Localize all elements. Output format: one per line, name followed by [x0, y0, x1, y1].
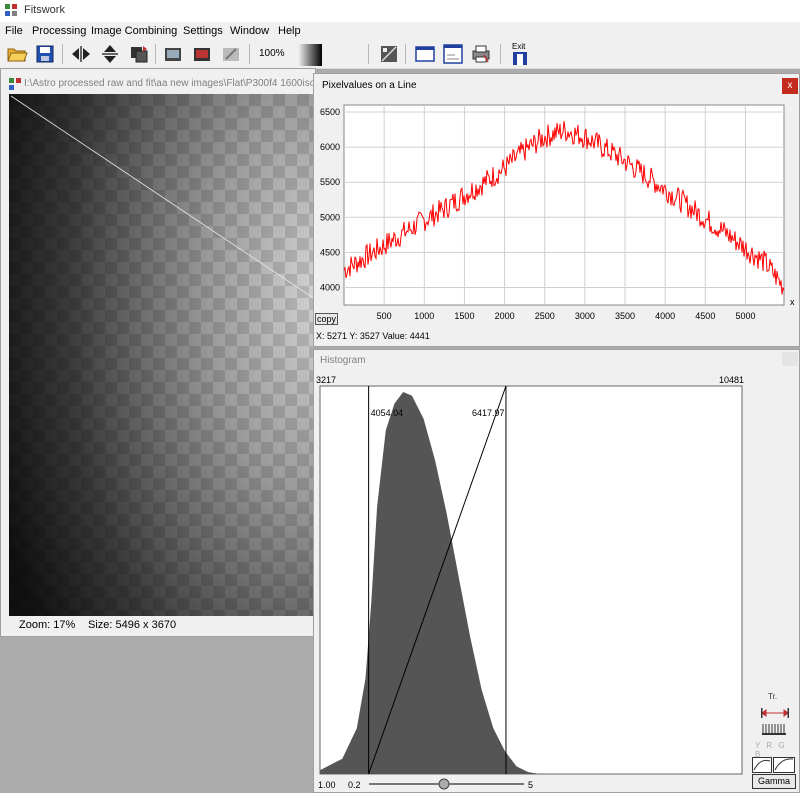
gamma-left-value: 1.00: [318, 780, 336, 790]
image-tool-2-icon[interactable]: [191, 43, 213, 65]
toolbar-separator: [405, 44, 406, 64]
menu-settings[interactable]: Settings: [183, 25, 223, 37]
gradient-swatch[interactable]: [298, 44, 322, 66]
menu-file[interactable]: File: [5, 25, 23, 37]
gamma-slider-thumb[interactable]: [438, 778, 450, 790]
toolbar-separator: [155, 44, 156, 64]
gamma-button[interactable]: Gamma: [752, 774, 796, 789]
y-tick-label: 6000: [320, 142, 340, 152]
x-tick-label: 3500: [615, 311, 635, 321]
histogram-title[interactable]: Histogram: [320, 355, 366, 366]
window-tool-1-icon[interactable]: [414, 43, 436, 65]
menu-window[interactable]: Window: [230, 25, 269, 37]
plot-area: [343, 104, 785, 306]
image-tool-1-icon[interactable]: [162, 43, 184, 65]
histogram-side-panel: Tr. Y R G B Gamma: [752, 690, 798, 790]
menu-help[interactable]: Help: [278, 25, 301, 37]
hist-max-label: 10481: [719, 375, 744, 385]
marker-label: 6417.97: [472, 408, 505, 418]
image-window-icon: [9, 78, 21, 90]
toolbar-separator: [500, 44, 501, 64]
toolbar-separator: [368, 44, 369, 64]
histogram-chart: 3217 10481 4054.04 6417.97 1.00 0.2 5: [316, 375, 744, 790]
save-icon[interactable]: [34, 43, 56, 65]
exit-icon: [513, 52, 527, 65]
comb-icon[interactable]: [760, 722, 790, 736]
app-title: Fitswork: [24, 4, 65, 16]
y-tick-label: 5000: [320, 212, 340, 222]
zoom-status: Zoom: 17%: [19, 619, 76, 631]
x-tick-label: 500: [377, 311, 392, 321]
print-icon[interactable]: [470, 43, 492, 65]
exit-button[interactable]: Exit: [509, 42, 531, 67]
image-status-bar: Zoom: 17% Size: 5496 x 3670: [9, 617, 315, 635]
toolbar: 100% Exit: [0, 41, 800, 69]
marker-label: 4054.04: [371, 408, 404, 418]
y-tick-label: 4500: [320, 247, 340, 257]
cursor-info: X: 5271 Y: 3527 Value: 4441: [316, 331, 430, 341]
histogram-close-button[interactable]: [782, 352, 798, 366]
copy-button[interactable]: copy: [315, 313, 338, 325]
menu-bar: File Processing Image Combining Settings…: [0, 22, 800, 41]
slider-tool-icon[interactable]: [378, 43, 400, 65]
x-ticks: 500 1000 1500 2000 2500 3000 3500 4000 4500 5000: [377, 311, 756, 321]
hist-min-label: 3217: [316, 375, 336, 385]
flip-vertical-icon[interactable]: [99, 43, 121, 65]
menu-processing[interactable]: Processing: [32, 25, 86, 37]
rotate-icon[interactable]: [128, 43, 150, 65]
line-profile-title[interactable]: Pixelvalues on a Line: [322, 80, 417, 91]
y-tick-label: 6500: [320, 107, 340, 117]
zoom-level[interactable]: 100%: [259, 48, 285, 59]
open-folder-icon[interactable]: [6, 43, 28, 65]
x-tick-label: 3000: [575, 311, 595, 321]
x-tick-label: 1500: [454, 311, 474, 321]
flip-horizontal-icon[interactable]: [70, 43, 92, 65]
y-tick-label: 5500: [320, 177, 340, 187]
x-axis-label: x: [790, 297, 795, 307]
menu-image-combining[interactable]: Image Combining: [91, 25, 177, 37]
range-arrow-icon[interactable]: [760, 706, 790, 720]
x-tick-label: 4000: [655, 311, 675, 321]
size-status: Size: 5496 x 3670: [88, 619, 177, 631]
flat-image[interactable]: [9, 94, 315, 616]
x-tick-label: 5000: [735, 311, 755, 321]
x-tick-label: 2500: [535, 311, 555, 321]
toolbar-separator: [62, 44, 63, 64]
y-tick-label: 4000: [320, 282, 340, 292]
curve-mode-icons[interactable]: [752, 757, 796, 773]
tr-label: Tr.: [768, 692, 778, 701]
gamma-slider-min: 0.2: [348, 780, 361, 790]
title-bar: Fitswork: [0, 0, 800, 22]
close-button[interactable]: x: [782, 78, 798, 94]
x-tick-label: 2000: [495, 311, 515, 321]
x-tick-label: 1000: [414, 311, 434, 321]
line-profile-chart: 4000 4500 5000 5500 6000 6500 500 1000 1500 2000…: [320, 104, 795, 321]
gamma-slider-max: 5: [528, 780, 533, 790]
toolbar-separator: [249, 44, 250, 64]
exit-label: Exit: [512, 42, 526, 51]
app-icon: [5, 4, 17, 16]
image-window-title[interactable]: I:\Astro processed raw and fit\aa new im…: [24, 78, 330, 89]
x-tick-label: 4500: [695, 311, 715, 321]
flat-image-canvas: [9, 94, 315, 616]
image-tool-3-icon[interactable]: [220, 43, 242, 65]
window-tool-2-icon[interactable]: [442, 43, 464, 65]
y-ticks: 4000 4500 5000 5500 6000 6500: [320, 107, 340, 292]
